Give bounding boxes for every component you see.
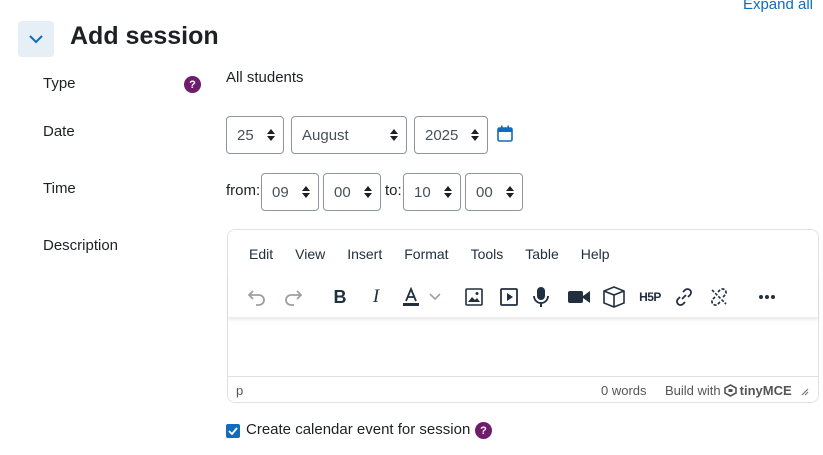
word-count[interactable]: 0 words <box>601 383 647 398</box>
content-bank-button[interactable] <box>601 284 627 310</box>
h5p-icon: H5P <box>639 290 661 304</box>
sort-arrows-icon <box>444 186 452 198</box>
chevron-down-icon <box>29 34 43 43</box>
from-hour-select[interactable]: 09 <box>261 173 319 211</box>
undo-icon <box>247 290 265 306</box>
more-button[interactable] <box>754 284 780 310</box>
tinymce-brand: tinyMCE <box>739 383 792 398</box>
calendar-event-label[interactable]: Create calendar event for session <box>246 421 470 438</box>
menu-insert[interactable]: Insert <box>336 246 393 262</box>
h5p-button[interactable]: H5P <box>634 284 666 310</box>
to-minute-value: 00 <box>476 183 493 201</box>
to-hour-select[interactable]: 10 <box>403 173 461 211</box>
content-bank-icon <box>603 286 625 308</box>
type-value: All students <box>226 69 304 86</box>
microphone-icon <box>533 287 549 307</box>
element-path[interactable]: p <box>236 383 243 398</box>
year-value: 2025 <box>425 126 459 144</box>
menu-help[interactable]: Help <box>570 246 621 262</box>
resize-handle-icon[interactable] <box>799 386 809 396</box>
build-with-text: Build with <box>665 383 721 398</box>
month-value: August <box>302 126 349 144</box>
calendar-event-checkbox[interactable] <box>226 424 240 438</box>
video-camera-icon <box>568 291 590 303</box>
unlink-button[interactable] <box>706 284 732 310</box>
month-select[interactable]: August <box>291 116 407 154</box>
insert-image-button[interactable] <box>461 284 487 310</box>
to-label: to: <box>385 182 402 199</box>
menu-tools[interactable]: Tools <box>460 246 515 262</box>
day-value: 25 <box>237 126 254 144</box>
date-label: Date <box>43 123 75 140</box>
link-icon <box>676 288 692 306</box>
description-label: Description <box>43 237 119 254</box>
redo-button[interactable] <box>280 284 306 310</box>
media-icon <box>500 288 518 306</box>
type-label: Type <box>43 75 76 92</box>
sort-arrows-icon <box>302 186 310 198</box>
editor-menubar: Edit View Insert Format Tools Table Help <box>238 246 621 262</box>
checkmark-icon <box>228 427 238 435</box>
link-button[interactable] <box>671 284 697 310</box>
sort-arrows-icon <box>506 186 514 198</box>
chevron-down-icon <box>429 293 441 301</box>
record-audio-button[interactable] <box>528 284 554 310</box>
to-minute-select[interactable]: 00 <box>465 173 523 211</box>
text-color-icon <box>403 287 419 306</box>
editor-content-area[interactable] <box>228 320 818 376</box>
time-label: Time <box>43 180 76 197</box>
redo-icon <box>285 290 303 306</box>
sort-arrows-icon <box>390 129 398 141</box>
unlink-icon <box>711 288 727 306</box>
record-video-button[interactable] <box>566 284 592 310</box>
help-icon[interactable]: ? <box>475 422 492 439</box>
bold-button[interactable]: B <box>327 284 353 310</box>
sort-arrows-icon <box>471 129 479 141</box>
sort-arrows-icon <box>364 186 372 198</box>
expand-all-link[interactable]: Expand all <box>743 0 813 13</box>
image-icon <box>465 288 483 306</box>
from-hour-value: 09 <box>272 183 289 201</box>
year-select[interactable]: 2025 <box>414 116 488 154</box>
more-icon <box>759 295 775 299</box>
from-minute-select[interactable]: 00 <box>323 173 381 211</box>
text-color-button[interactable] <box>398 284 444 310</box>
from-label: from: <box>226 182 261 199</box>
calendar-icon[interactable] <box>497 125 513 142</box>
italic-icon: I <box>372 286 380 307</box>
menu-edit[interactable]: Edit <box>238 246 284 262</box>
sort-arrows-icon <box>267 129 275 141</box>
bold-icon: B <box>333 286 347 307</box>
editor-statusbar: p 0 words Build with tinyMCE <box>228 376 818 402</box>
day-select[interactable]: 25 <box>226 116 284 154</box>
from-minute-value: 00 <box>334 183 351 201</box>
section-title: Add session <box>70 22 219 50</box>
section-collapse-toggle[interactable] <box>18 21 54 57</box>
menu-format[interactable]: Format <box>393 246 459 262</box>
build-with-credit[interactable]: Build with tinyMCE <box>665 383 809 398</box>
undo-button[interactable] <box>244 284 270 310</box>
to-hour-value: 10 <box>414 183 431 201</box>
insert-media-button[interactable] <box>496 284 522 310</box>
italic-button[interactable]: I <box>363 284 389 310</box>
rich-text-editor: Edit View Insert Format Tools Table Help… <box>227 229 819 403</box>
menu-table[interactable]: Table <box>514 246 569 262</box>
tinymce-logo-icon <box>723 384 737 397</box>
menu-view[interactable]: View <box>284 246 336 262</box>
help-icon[interactable]: ? <box>184 76 201 93</box>
editor-toolbar: B I H5P <box>228 276 818 318</box>
